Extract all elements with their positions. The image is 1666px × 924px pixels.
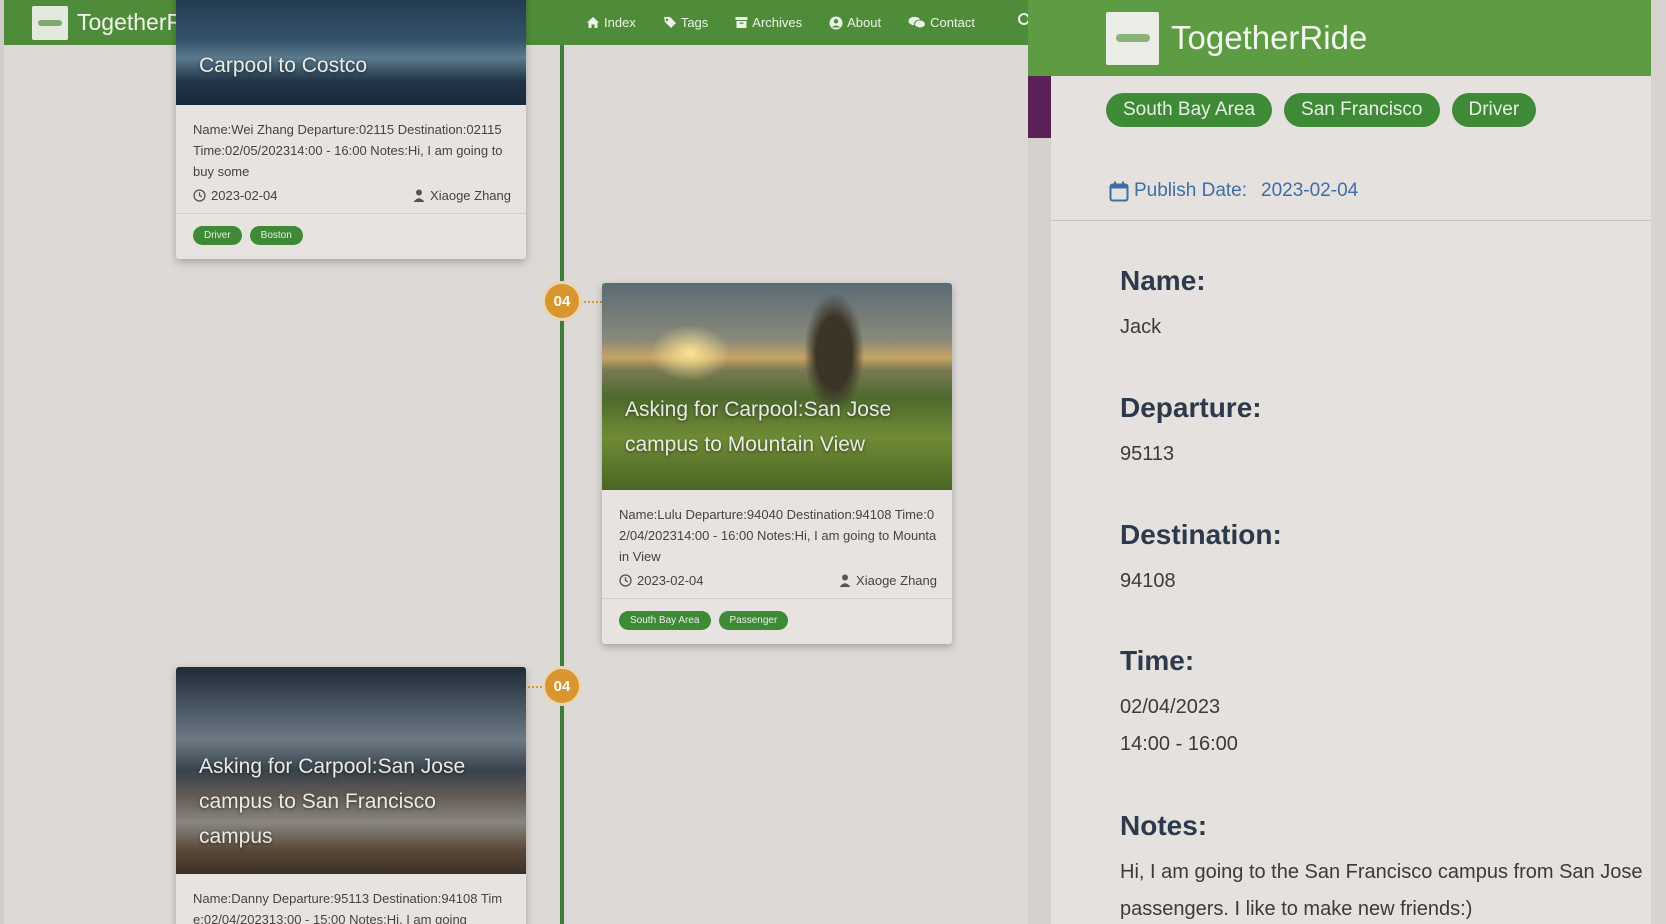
post-card-title[interactable]: Asking for Carpool:San Jose campus to Mo… (625, 392, 932, 462)
field-time: Time: 02/04/2023 14:00 - 16:00 (1120, 645, 1238, 763)
post-card[interactable]: Asking for Carpool:San Jose campus to Mo… (602, 283, 952, 644)
post-card[interactable]: Carpool to Costco Name:Wei Zhang Departu… (176, 0, 526, 259)
home-icon (587, 17, 599, 28)
timeline-line (560, 45, 564, 924)
tag-south-bay-area[interactable]: South Bay Area (1106, 93, 1273, 127)
field-name-value: Jack (1120, 316, 1162, 338)
clock-icon (619, 574, 632, 587)
post-card-description: Name:Lulu Departure:94040 Destination:94… (619, 507, 937, 564)
comments-icon (908, 16, 927, 29)
field-time-label: Time: (1120, 645, 1195, 676)
tag-chip[interactable]: Passenger (718, 611, 789, 630)
post-card-date-text: 2023-02-04 (211, 188, 278, 203)
post-card-title[interactable]: Carpool to Costco (199, 48, 506, 83)
field-departure: Departure: 95113 (1120, 392, 1262, 473)
post-card-date: 2023-02-04 (193, 188, 278, 203)
post-card-tags: South Bay Area Passenger (602, 598, 952, 644)
post-card-author: Xiaoge Zhang (839, 573, 937, 588)
nav-archives[interactable]: Archives (735, 15, 802, 30)
field-departure-value: 95113 (1120, 443, 1175, 465)
detail-tags: South Bay Area San Francisco Driver (1106, 93, 1537, 127)
tag-driver[interactable]: Driver (1451, 93, 1537, 127)
search-icon[interactable] (1016, 12, 1028, 28)
post-card-date-text: 2023-02-04 (637, 573, 704, 588)
field-notes-label: Notes: (1120, 810, 1208, 841)
sidebar-accent (1028, 76, 1051, 138)
publish-date: Publish Date: 2023-02-04 (1109, 180, 1358, 202)
field-name-label: Name: (1120, 265, 1206, 296)
nav-tags[interactable]: Tags (663, 15, 708, 30)
field-time-date: 02/04/2023 (1120, 696, 1221, 718)
post-card-author-name: Xiaoge Zhang (856, 573, 937, 588)
timeline-connector (580, 301, 602, 303)
nav-about-label: About (847, 15, 882, 30)
nav-tags-label: Tags (680, 15, 709, 30)
publish-date-label: Publish Date: (1134, 180, 1248, 201)
field-departure-label: Departure: (1120, 392, 1262, 423)
archive-icon (735, 17, 748, 28)
detail-logo[interactable] (1106, 11, 1159, 65)
field-destination: Destination: 94108 (1120, 519, 1282, 600)
detail-header: TogetherRide (1028, 0, 1651, 76)
user-icon (413, 189, 425, 202)
detail-brand[interactable]: TogetherRide (1171, 19, 1367, 57)
divider (1051, 220, 1651, 221)
nav-archives-label: Archives (752, 15, 803, 30)
nav-contact[interactable]: Contact (908, 15, 975, 30)
post-card-author-name: Xiaoge Zhang (430, 188, 511, 203)
tag-chip[interactable]: Boston (249, 226, 303, 245)
user-icon (839, 574, 851, 587)
post-card-author: Xiaoge Zhang (413, 188, 511, 203)
sidebar-strip (1028, 138, 1051, 924)
post-card-meta: 2023-02-04 Xiaoge Zhang (193, 188, 511, 203)
post-card-meta: 2023-02-04 Xiaoge Zhang (619, 573, 937, 588)
nav-contact-label: Contact (930, 15, 975, 30)
window-edge (1651, 0, 1666, 924)
calendar-icon (1109, 181, 1129, 201)
window-edge (0, 0, 4, 924)
post-detail-pane: TogetherRide South Bay Area San Francisc… (1028, 0, 1651, 924)
field-destination-value: 94108 (1120, 570, 1176, 592)
tag-chip[interactable]: Driver (193, 226, 242, 245)
tag-chip[interactable]: South Bay Area (619, 611, 711, 630)
nav-index[interactable]: Index (586, 15, 636, 30)
nav-index-label: Index (604, 15, 636, 30)
timeline-page: TogetherRide Index Tags Archives About C… (0, 0, 1028, 924)
timeline-date-dot: 04 (542, 281, 582, 321)
post-card[interactable]: Asking for Carpool:San Jose campus to Sa… (176, 667, 526, 924)
publish-date-value: 2023-02-04 (1261, 180, 1359, 201)
nav-about[interactable]: About (829, 15, 881, 30)
post-card-date: 2023-02-04 (619, 573, 704, 588)
field-notes: Notes: Hi, I am going to the San Francis… (1120, 810, 1642, 924)
tag-icon (663, 17, 676, 28)
post-card-image: Asking for Carpool:San Jose campus to Mo… (602, 283, 952, 490)
site-logo[interactable] (32, 5, 68, 40)
user-circle-icon (829, 16, 843, 29)
post-card-tags: Driver Boston (176, 213, 526, 259)
timeline-date-dot: 04 (542, 666, 582, 706)
post-card-title[interactable]: Asking for Carpool:San Jose campus to Sa… (199, 749, 506, 854)
post-card-description: Name:Wei Zhang Departure:02115 Destinati… (193, 122, 503, 179)
field-destination-label: Destination: (1120, 519, 1282, 550)
field-notes-line1: Hi, I am going to the San Francisco camp… (1120, 861, 1643, 883)
clock-icon (193, 189, 206, 202)
field-name: Name: Jack (1120, 265, 1206, 346)
field-notes-line2: passengers. I like to make new friends:) (1120, 898, 1473, 920)
field-time-range: 14:00 - 16:00 (1120, 733, 1238, 755)
post-card-image: Carpool to Costco (176, 0, 526, 105)
nav-links: Index Tags Archives About Contact (586, 0, 1002, 45)
tag-san-francisco[interactable]: San Francisco (1284, 93, 1440, 127)
post-card-image: Asking for Carpool:San Jose campus to Sa… (176, 667, 526, 874)
post-card-description: Name:Danny Departure:95113 Destination:9… (193, 891, 503, 924)
